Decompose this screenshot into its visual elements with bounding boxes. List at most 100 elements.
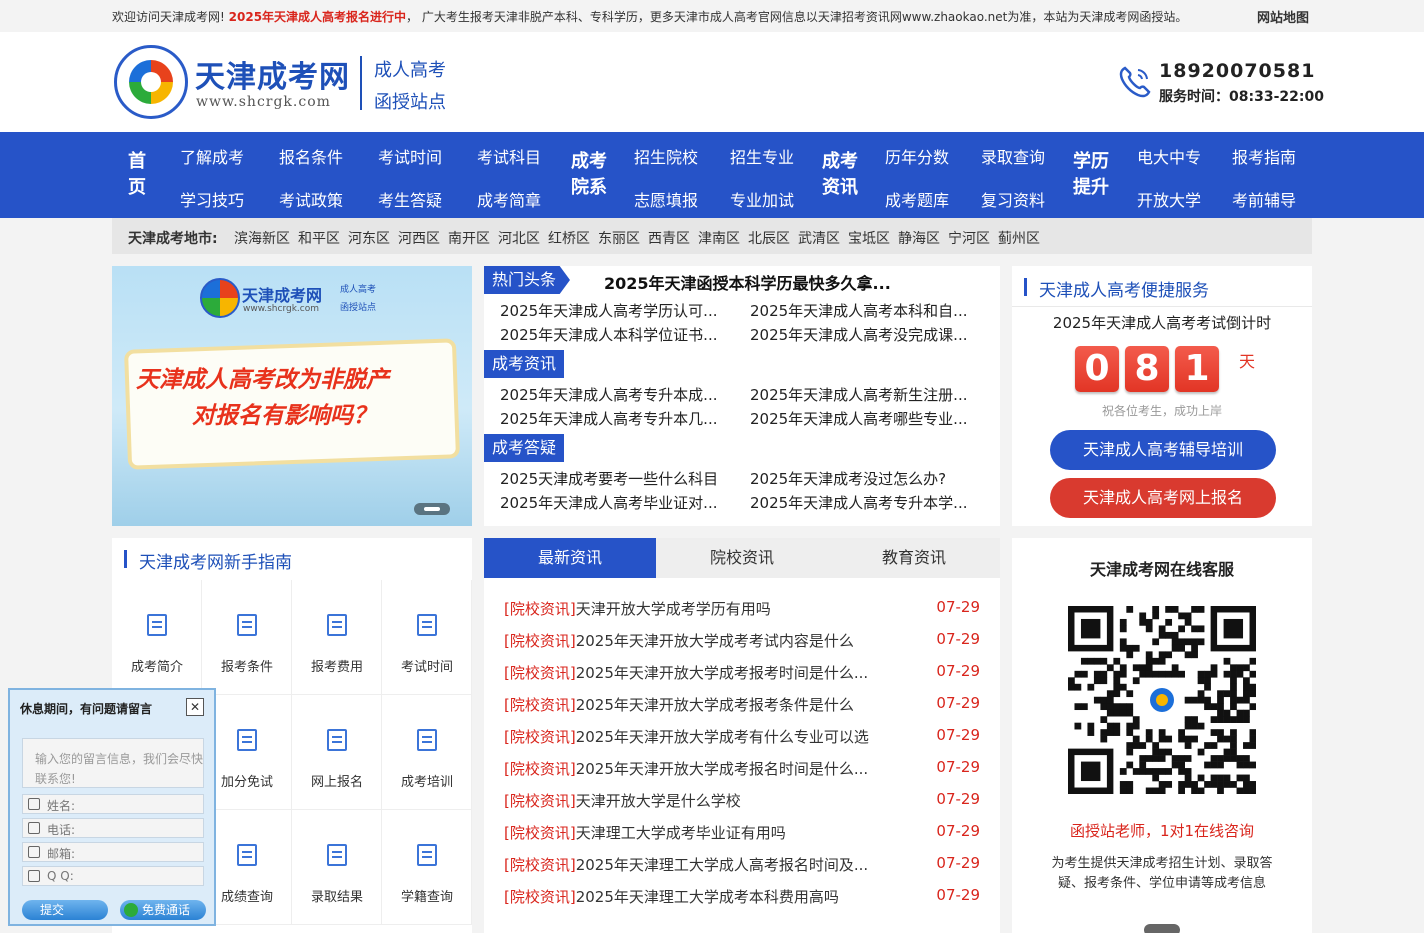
tab-latest[interactable]: 最新资讯 — [484, 538, 656, 578]
region-link[interactable]: 西青区 — [648, 228, 690, 248]
nav-item[interactable]: 志愿填报 — [634, 187, 698, 211]
region-link[interactable]: 南开区 — [448, 228, 490, 248]
news-link[interactable]: 2025年天津成人高考毕业证对... — [500, 492, 717, 513]
nav-home[interactable]: 首页 — [127, 149, 147, 201]
news-list-item[interactable]: [院校资讯]2025年天津开放大学成考有什么专业可以选 07-29 — [504, 726, 980, 748]
news-list-item[interactable]: [院校资讯]2025年天津开放大学成考报考条件是什么 07-29 — [504, 694, 980, 716]
region-link[interactable]: 宝坻区 — [848, 228, 890, 248]
banner-slogan-1: 成人高考 — [340, 285, 377, 295]
guide-item[interactable]: 成考简介 — [112, 580, 202, 695]
news-link[interactable]: 2025年天津成人高考没完成课... — [750, 324, 967, 345]
nav-item[interactable]: 考前辅导 — [1232, 187, 1296, 211]
region-link[interactable]: 静海区 — [898, 228, 940, 248]
guide-item[interactable]: 学籍查询 — [382, 810, 472, 925]
nav-item[interactable]: 成考题库 — [885, 187, 949, 211]
section-tag-qa[interactable]: 成考答疑 — [484, 434, 564, 462]
nav-item[interactable]: 报考指南 — [1232, 144, 1296, 168]
banner-slideshow[interactable]: 天津成考网 www.shcrgk.com 成人高考 函授站点 天津成人高考改为非… — [112, 266, 472, 526]
site-header: 天津成考网 www.shcrgk.com 成人高考 函授站点 189200705… — [0, 32, 1424, 132]
nav-item[interactable]: 录取查询 — [981, 144, 1045, 168]
site-logo-icon[interactable] — [114, 45, 188, 119]
news-list-item[interactable]: [院校资讯]天津开放大学是什么学校 07-29 — [504, 790, 980, 812]
main-nav: 首页 了解成考 报名条件 考试时间 考试科目 学习技巧 考试政策 考生答疑 成考… — [0, 132, 1424, 218]
guide-item[interactable]: 考试时间 — [382, 580, 472, 695]
news-list-item[interactable]: [院校资讯]天津理工大学成考毕业证有用吗 07-29 — [504, 822, 980, 844]
nav-group-colleges[interactable]: 成考院系 — [569, 149, 609, 201]
news-link[interactable]: 2025年天津成人高考新生注册... — [750, 384, 967, 405]
news-list-item[interactable]: [院校资讯]2025年天津理工大学成考本科费用高吗 07-29 — [504, 886, 980, 908]
region-link[interactable]: 红桥区 — [548, 228, 590, 248]
nav-item[interactable]: 考生答疑 — [378, 187, 442, 211]
tab-colleges[interactable]: 院校资讯 — [656, 538, 828, 578]
region-link[interactable]: 北辰区 — [748, 228, 790, 248]
news-link[interactable]: 2025年天津成人高考专升本几... — [500, 408, 717, 429]
news-link[interactable]: 2025年天津成人本科学位证书... — [500, 324, 717, 345]
nav-item[interactable]: 报名条件 — [279, 144, 343, 168]
nav-item[interactable]: 招生专业 — [730, 144, 794, 168]
training-button[interactable]: 天津成人高考辅导培训 — [1050, 430, 1276, 470]
nav-item[interactable]: 考试时间 — [378, 144, 442, 168]
guide-item[interactable]: 报考条件 — [202, 580, 292, 695]
region-link[interactable]: 津南区 — [698, 228, 740, 248]
region-link[interactable]: 滨海新区 — [234, 228, 290, 248]
news-list-item[interactable]: [院校资讯]2025年天津理工大学成人高考报名时间及... 07-29 — [504, 854, 980, 876]
guide-item[interactable]: 成考培训 — [382, 695, 472, 810]
news-list-item[interactable]: [院校资讯]2025年天津开放大学成考报名时间是什么... 07-29 — [504, 758, 980, 780]
news-link[interactable]: 2025天津成考要考一些什么科目 — [500, 468, 718, 489]
notice-highlight[interactable]: 2025年天津成人高考报名进行中 — [229, 10, 406, 24]
phone-field[interactable]: 电话: — [22, 818, 204, 838]
guide-item[interactable]: 录取结果 — [292, 810, 382, 925]
email-field[interactable]: 邮箱: — [22, 842, 204, 862]
news-list-item[interactable]: [院校资讯]2025年天津开放大学成考考试内容是什么 07-29 — [504, 630, 980, 652]
nav-item[interactable]: 历年分数 — [885, 144, 949, 168]
region-link[interactable]: 和平区 — [298, 228, 340, 248]
toggle-icon[interactable] — [1144, 924, 1180, 933]
news-link[interactable]: 2025年天津成人高考哪些专业... — [750, 408, 967, 429]
nav-item[interactable]: 学习技巧 — [180, 187, 244, 211]
news-link[interactable]: 2025年天津成人高考专升本成... — [500, 384, 717, 405]
guide-item[interactable]: 报考费用 — [292, 580, 382, 695]
close-icon[interactable]: ✕ — [186, 698, 204, 716]
hot-headline[interactable]: 2025年天津函授本科学历最快多久拿... — [604, 270, 891, 294]
signup-button[interactable]: 天津成人高考网上报名 — [1050, 478, 1276, 518]
news-list-item[interactable]: [院校资讯]2025年天津开放大学成考报考时间是什么... 07-29 — [504, 662, 980, 684]
nav-group-degree[interactable]: 学历提升 — [1071, 149, 1111, 201]
news-title: 天津开放大学成考学历有用吗 — [575, 600, 771, 618]
section-tag-news[interactable]: 成考资讯 — [484, 350, 564, 378]
nav-item[interactable]: 电大中专 — [1137, 144, 1201, 168]
nav-item[interactable]: 开放大学 — [1137, 187, 1201, 211]
guide-item[interactable]: 网上报名 — [292, 695, 382, 810]
hotline-number[interactable]: 18920070581 — [1159, 60, 1315, 82]
nav-item[interactable]: 考试政策 — [279, 187, 343, 211]
region-link[interactable]: 蓟州区 — [998, 228, 1040, 248]
free-call-button[interactable]: 免费通话 — [120, 900, 206, 920]
consult-link[interactable]: 函授站老师，1对1在线咨询 — [1012, 820, 1312, 841]
nav-item[interactable]: 考试科目 — [477, 144, 541, 168]
news-link[interactable]: 2025年天津成人高考专升本学... — [750, 492, 967, 513]
region-link[interactable]: 河北区 — [498, 228, 540, 248]
news-link[interactable]: 2025年天津成人高考学历认可... — [500, 300, 717, 321]
news-link[interactable]: 2025年天津成考没过怎么办? — [750, 468, 946, 489]
news-link[interactable]: 2025年天津成人高考本科和自... — [750, 300, 967, 321]
nav-item[interactable]: 复习资料 — [981, 187, 1045, 211]
tab-education[interactable]: 教育资讯 — [828, 538, 1000, 578]
slideshow-indicator[interactable] — [414, 503, 450, 515]
region-link[interactable]: 武清区 — [798, 228, 840, 248]
region-link[interactable]: 河东区 — [348, 228, 390, 248]
region-link[interactable]: 河西区 — [398, 228, 440, 248]
nav-item[interactable]: 成考简章 — [477, 187, 541, 211]
site-name[interactable]: 天津成考网 — [195, 52, 350, 96]
submit-button[interactable]: 提交 — [22, 900, 108, 920]
countdown-digit: 8 — [1125, 346, 1169, 392]
nav-item[interactable]: 专业加试 — [730, 187, 794, 211]
nav-item[interactable]: 招生院校 — [634, 144, 698, 168]
nav-item[interactable]: 了解成考 — [180, 144, 244, 168]
sitemap-link[interactable]: 网站地图 — [1257, 7, 1309, 26]
qq-field[interactable]: Q Q: — [22, 866, 204, 886]
region-link[interactable]: 宁河区 — [948, 228, 990, 248]
message-textarea[interactable]: 输入您的留言信息，我们会尽快联系您! — [22, 738, 204, 788]
name-field[interactable]: 姓名: — [22, 794, 204, 814]
region-link[interactable]: 东丽区 — [598, 228, 640, 248]
nav-group-news[interactable]: 成考资讯 — [820, 149, 860, 201]
news-list-item[interactable]: [院校资讯]天津开放大学成考学历有用吗 07-29 — [504, 598, 980, 620]
